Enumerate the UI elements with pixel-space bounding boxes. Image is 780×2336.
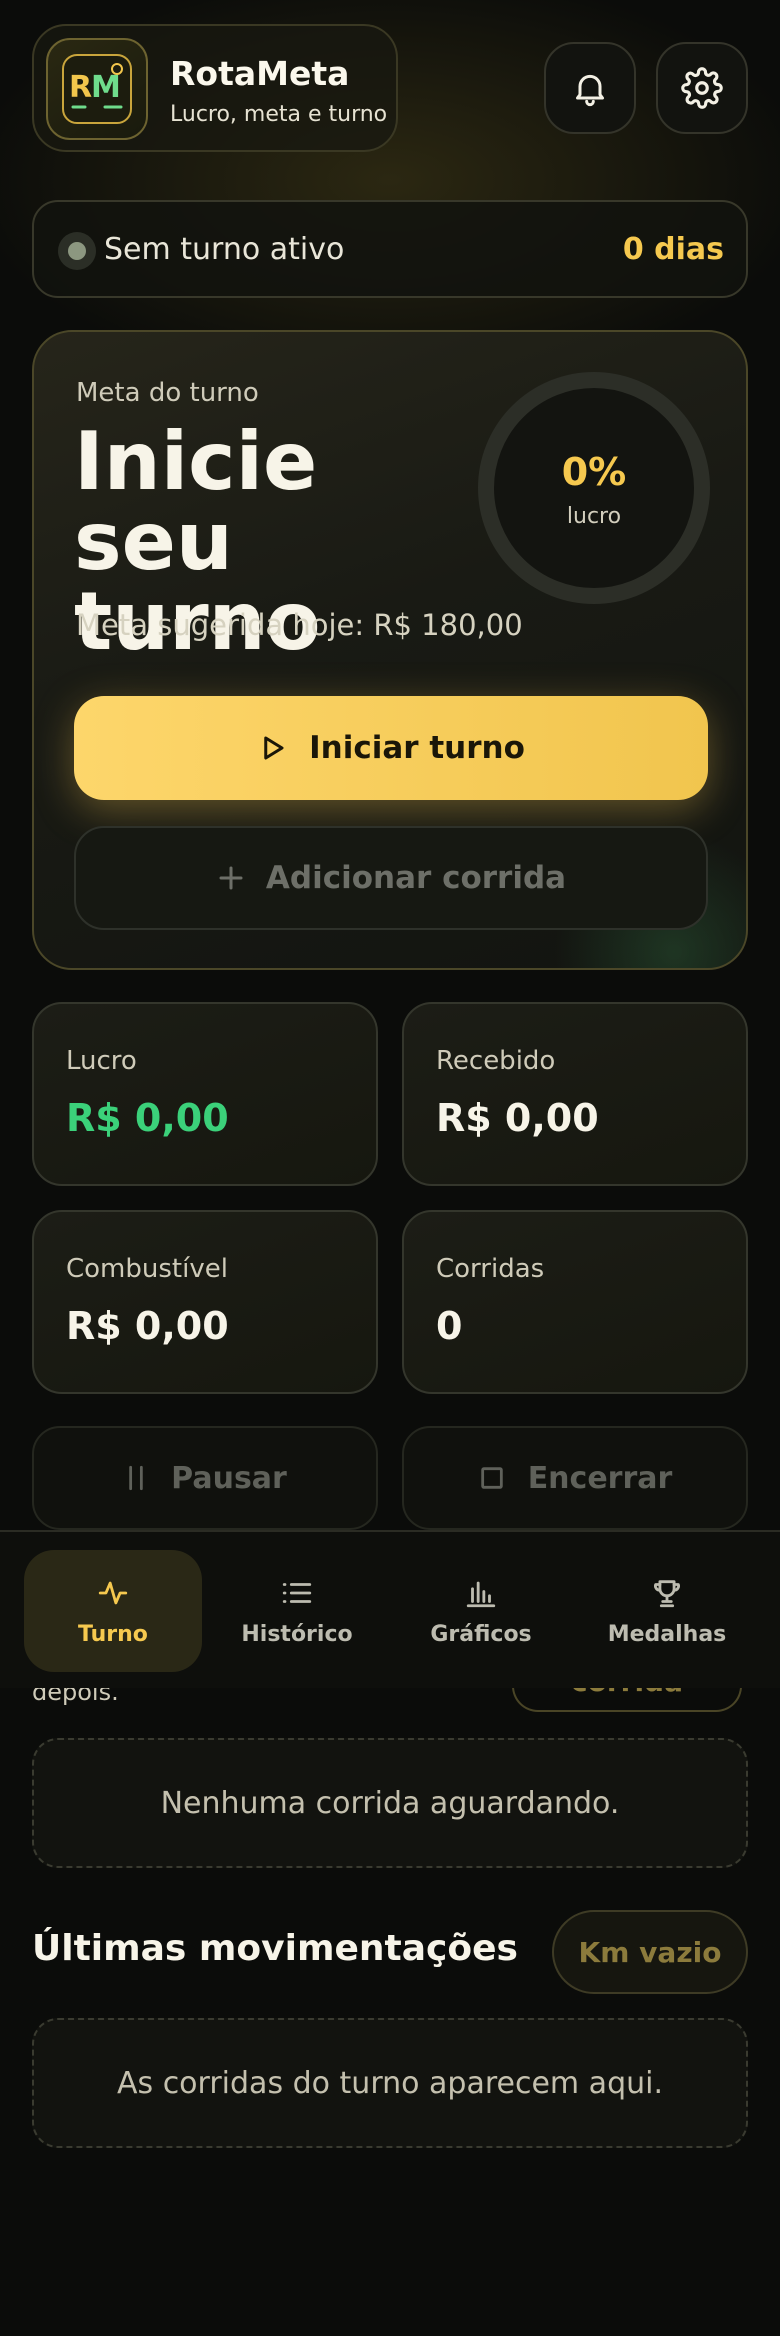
shift-status-text: Sem turno ativo bbox=[104, 232, 345, 267]
tab-label: Histórico bbox=[241, 1621, 353, 1647]
svg-text:M: M bbox=[91, 70, 121, 105]
pending-rides-empty: Nenhuma corrida aguardando. bbox=[32, 1738, 748, 1868]
tab-medalhas[interactable]: Medalhas bbox=[578, 1550, 756, 1672]
bottom-navigation: Turno Histórico Gráficos Medalhas bbox=[0, 1530, 780, 1688]
settings-button[interactable] bbox=[656, 42, 748, 134]
stat-label: Combustível bbox=[66, 1254, 228, 1284]
shift-status-bar: Sem turno ativo 0 dias bbox=[32, 200, 748, 298]
end-shift-label: Encerrar bbox=[527, 1460, 673, 1496]
svg-text:R: R bbox=[69, 70, 92, 105]
shift-goal-card: Meta do turno Inicie seu turno Meta suge… bbox=[32, 330, 748, 970]
stat-card-profit: Lucro R$ 0,00 bbox=[32, 1002, 378, 1186]
list-icon bbox=[282, 1582, 312, 1603]
stat-card-received: Recebido R$ 0,00 bbox=[402, 1002, 748, 1186]
stat-label: Recebido bbox=[436, 1046, 556, 1076]
tab-turno[interactable]: Turno bbox=[24, 1550, 202, 1672]
gear-icon bbox=[681, 67, 723, 109]
tab-graficos[interactable]: Gráficos bbox=[392, 1550, 570, 1672]
stop-icon bbox=[480, 1467, 503, 1489]
app-logo: R M bbox=[46, 38, 148, 140]
progress-percent: 0% bbox=[561, 450, 627, 494]
start-shift-button[interactable]: Iniciar turno bbox=[74, 696, 708, 800]
progress-label: lucro bbox=[566, 504, 622, 529]
start-shift-label: Iniciar turno bbox=[309, 730, 525, 766]
stat-label: Lucro bbox=[66, 1046, 137, 1076]
stat-card-fuel: Combustível R$ 0,00 bbox=[32, 1210, 378, 1394]
trophy-icon bbox=[654, 1579, 680, 1607]
add-ride-label: Adicionar corrida bbox=[265, 860, 567, 896]
pause-label: Pausar bbox=[171, 1460, 287, 1496]
movements-empty: As corridas do turno aparecem aqui. bbox=[32, 2018, 748, 2148]
stat-value: R$ 0,00 bbox=[66, 1304, 229, 1348]
stat-value: R$ 0,00 bbox=[66, 1096, 229, 1140]
empty-km-button[interactable]: Km vazio bbox=[552, 1910, 748, 1994]
bar-chart-icon bbox=[466, 1581, 496, 1607]
pause-icon bbox=[129, 1465, 143, 1491]
tab-label: Gráficos bbox=[430, 1621, 532, 1647]
stat-value: R$ 0,00 bbox=[436, 1096, 599, 1140]
tab-label: Medalhas bbox=[607, 1621, 727, 1647]
streak-days: 0 dias bbox=[622, 232, 724, 267]
status-indicator-dot bbox=[68, 242, 86, 260]
pause-button[interactable]: Pausar bbox=[32, 1426, 378, 1530]
add-ride-button[interactable]: Adicionar corrida bbox=[74, 826, 708, 930]
activity-icon bbox=[98, 1581, 128, 1604]
end-shift-button[interactable]: Encerrar bbox=[402, 1426, 748, 1530]
stat-label: Corridas bbox=[436, 1254, 545, 1284]
brand-badge: R M RotaMeta Lucro, meta e turno bbox=[32, 24, 398, 152]
app-name: RotaMeta bbox=[170, 54, 350, 93]
play-icon bbox=[264, 736, 284, 760]
plus-icon bbox=[219, 866, 243, 890]
movements-title: Últimas movimentações bbox=[32, 1928, 518, 1969]
goal-label: Meta do turno bbox=[76, 378, 259, 408]
bell-icon bbox=[576, 74, 604, 107]
notifications-button[interactable] bbox=[544, 42, 636, 134]
app-tagline: Lucro, meta e turno bbox=[170, 102, 388, 127]
stat-card-rides: Corridas 0 bbox=[402, 1210, 748, 1394]
suggested-goal: Meta sugerida hoje: R$ 180,00 bbox=[76, 608, 523, 642]
tab-historico[interactable]: Histórico bbox=[208, 1550, 386, 1672]
stat-value: 0 bbox=[436, 1304, 463, 1348]
tab-label: Turno bbox=[78, 1621, 148, 1647]
